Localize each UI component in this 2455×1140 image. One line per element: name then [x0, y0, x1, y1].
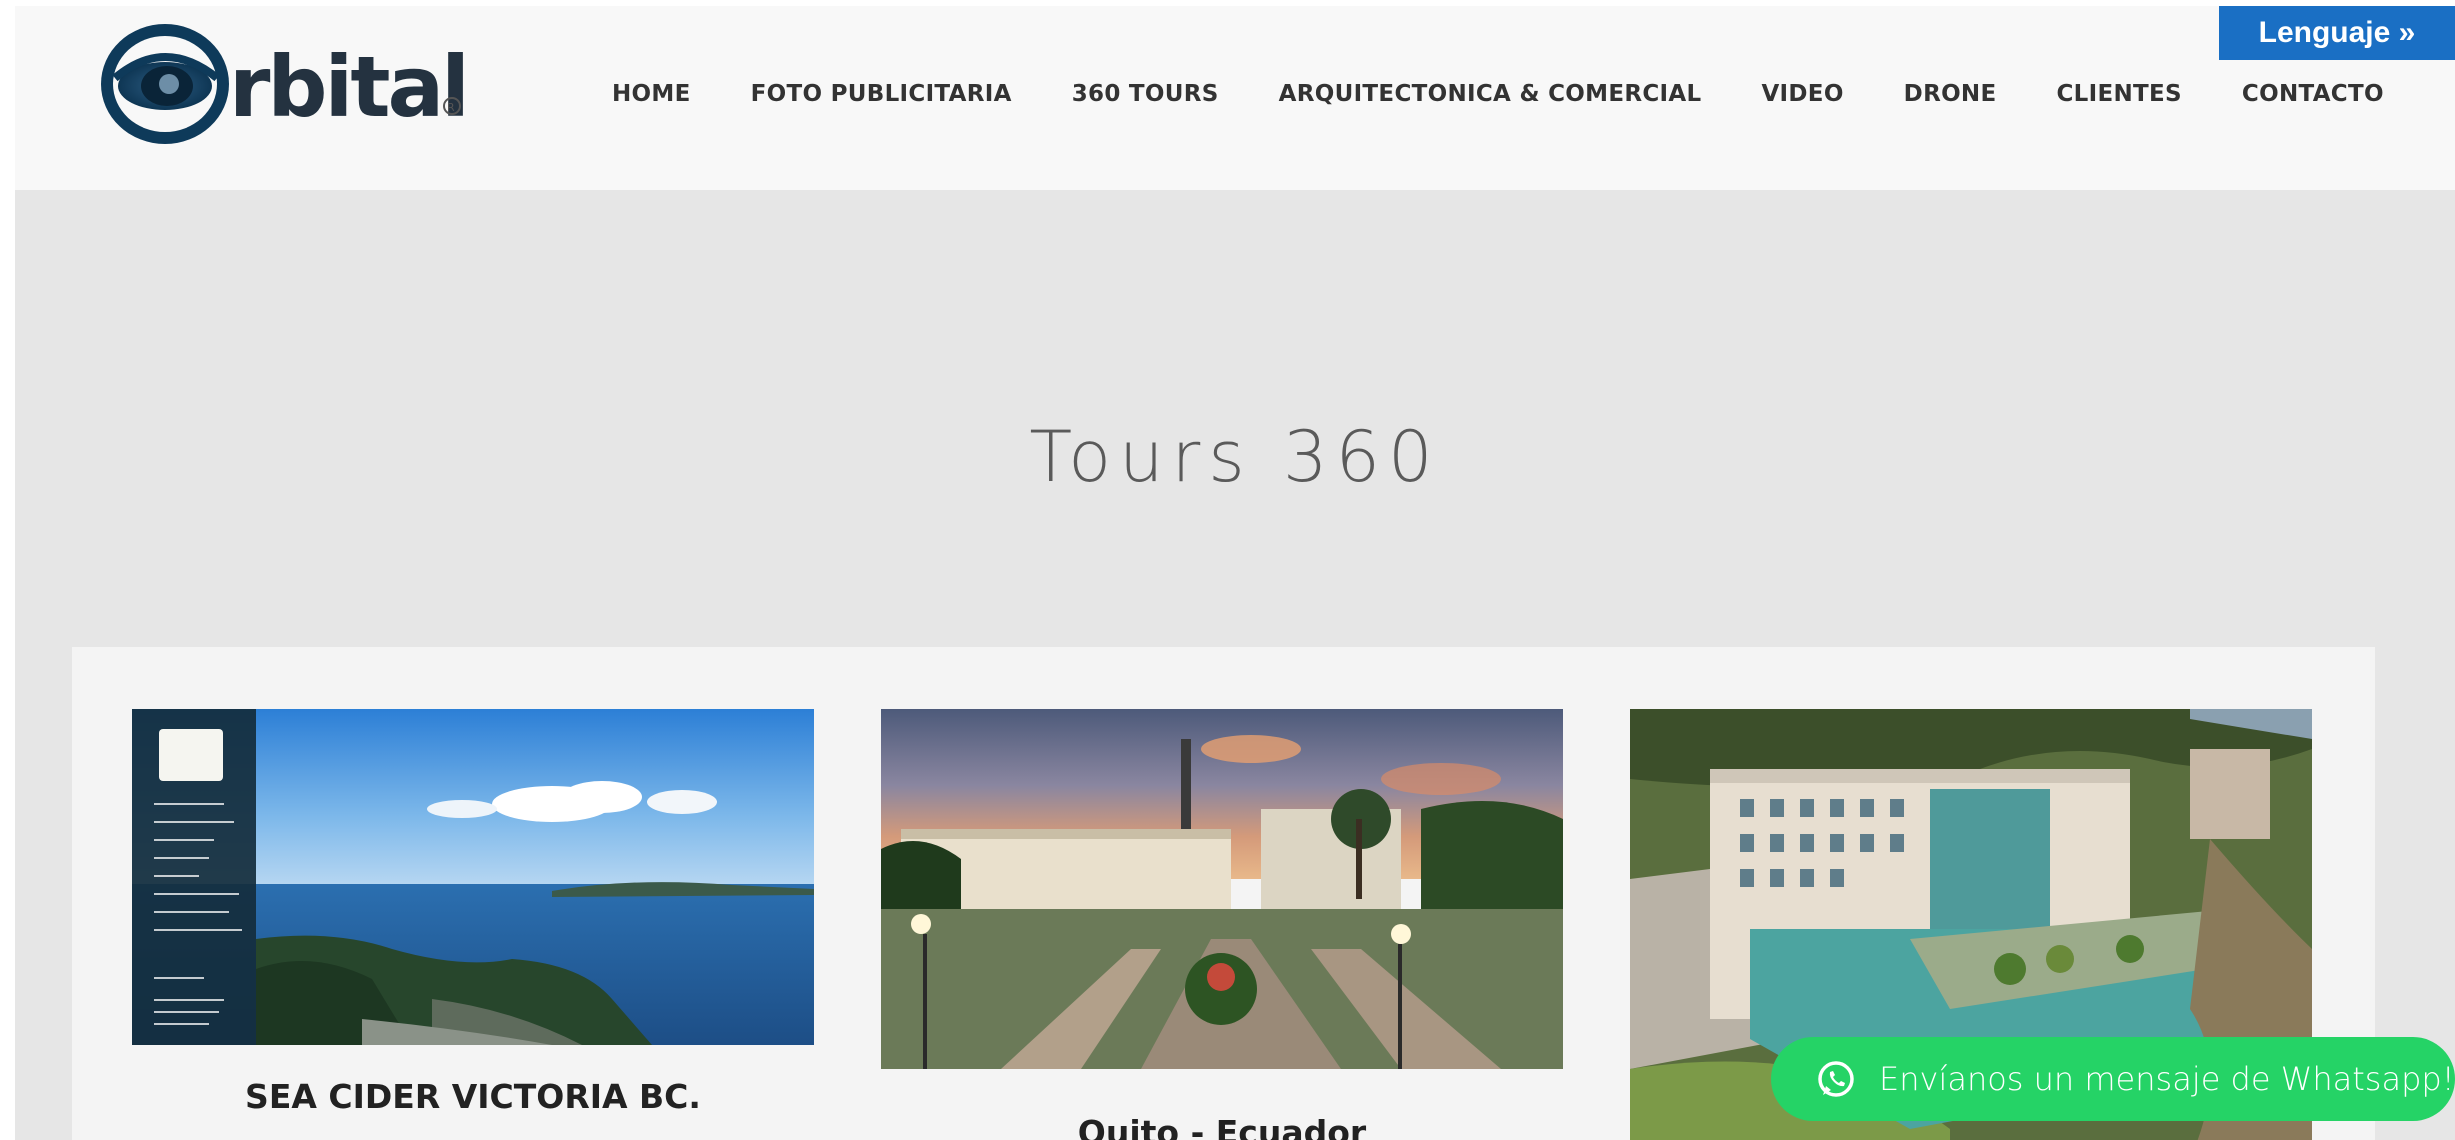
nav-foto-publicitaria[interactable]: FOTO PUBLICITARIA [751, 81, 1012, 107]
svg-text:rbital: rbital [229, 38, 467, 136]
tour-caption-sea-cider[interactable]: SEA CIDER VICTORIA BC. [132, 1077, 814, 1116]
sea-cider-badge-icon [159, 729, 223, 781]
tour-card-quito[interactable]: Quito - Ecuador [881, 709, 1563, 1140]
nav-360-tours[interactable]: 360 TOURS [1072, 81, 1219, 107]
page: rbital R HOME FOTO PUBLICITARIA 360 TOUR… [15, 6, 2455, 1140]
whatsapp-chat-button[interactable]: Envíanos un mensaje de Whatsapp! [1771, 1037, 2455, 1121]
tour-thumbnail-sea-cider[interactable] [132, 709, 814, 1045]
nav-arquitectonica-comercial[interactable]: ARQUITECTONICA & COMERCIAL [1279, 81, 1702, 107]
tour-card-sea-cider[interactable]: SEA CIDER VICTORIA BC. [132, 709, 814, 1116]
nav-contacto[interactable]: CONTACTO [2242, 81, 2384, 107]
whatsapp-label: Envíanos un mensaje de Whatsapp! [1879, 1060, 2455, 1098]
tour-caption-quito[interactable]: Quito - Ecuador [881, 1113, 1563, 1140]
nav-clientes[interactable]: CLIENTES [2057, 81, 2182, 107]
svg-text:R: R [447, 101, 455, 114]
nav-drone[interactable]: DRONE [1904, 81, 1997, 107]
nav-home[interactable]: HOME [612, 81, 691, 107]
main-nav: HOME FOTO PUBLICITARIA 360 TOURS ARQUITE… [612, 74, 2384, 114]
page-title: Tours 360 [1029, 416, 1441, 498]
thumbnail-side-menu [132, 709, 256, 1045]
tour-thumbnail-quito[interactable] [881, 709, 1563, 1069]
nav-video[interactable]: VIDEO [1761, 81, 1843, 107]
language-button[interactable]: Lenguaje » [2219, 6, 2455, 60]
site-header: rbital R HOME FOTO PUBLICITARIA 360 TOUR… [15, 6, 2455, 190]
whatsapp-icon [1815, 1058, 1857, 1100]
orbital-logo[interactable]: rbital R [97, 16, 467, 150]
